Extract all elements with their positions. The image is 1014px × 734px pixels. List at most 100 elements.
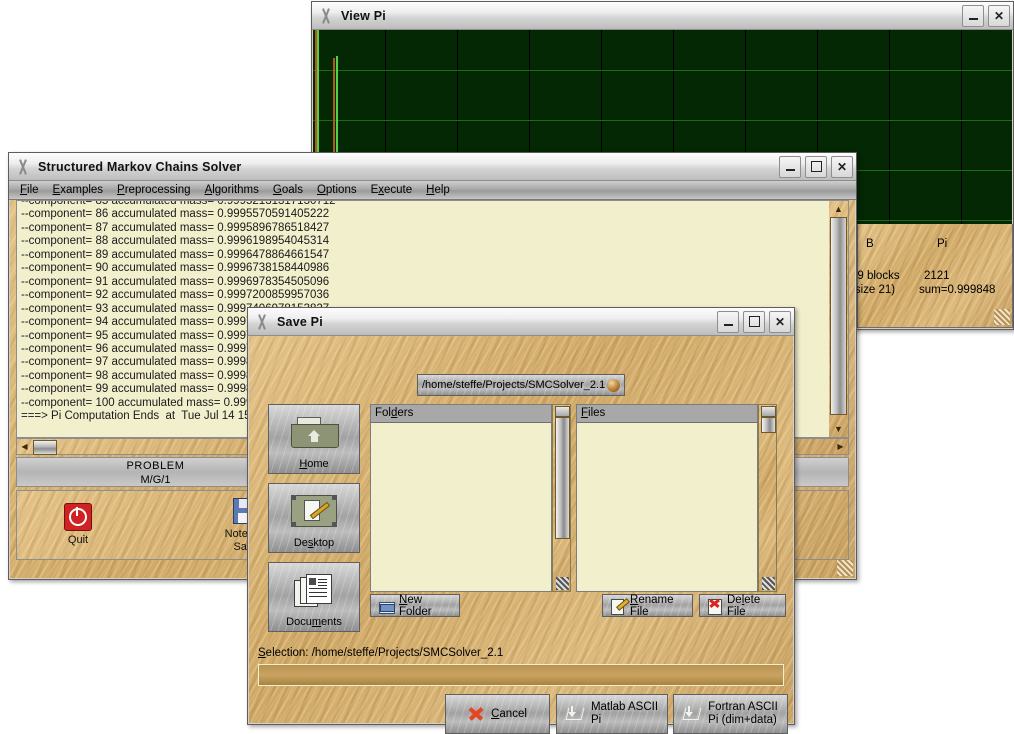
view-pi-window-controls: ✕ [962,5,1010,27]
menu-algorithms[interactable]: Algorithms [198,183,266,197]
console-line: --component= 90 accumulated mass= 0.9996… [21,262,848,275]
rename-file-icon [611,599,625,613]
minimize-icon[interactable] [717,311,739,333]
info-b-line2: (size 21) [851,284,895,296]
console-line: --component= 85 accumulated mass= 0.9995… [21,200,848,208]
files-scroll-up-arrow[interactable] [761,406,776,417]
scroll-right-arrow[interactable]: ▶ [833,439,848,454]
quit-button[interactable]: Quit [39,503,117,547]
selection-label: Selection: [258,647,309,659]
save-matlab-ascii-button[interactable]: Matlab ASCII Pi [556,694,668,734]
cancel-x-icon [468,706,484,722]
menu-execute[interactable]: Execute [364,183,420,197]
minimize-icon[interactable] [779,156,801,178]
matlab-label-1: Matlab ASCII [591,701,658,714]
folders-header: Folders [371,405,551,423]
smc-menubar: File Examples Preprocessing Algorithms G… [9,181,856,200]
info-pi-line1: 2121 [924,270,950,282]
scroll-down-arrow[interactable]: ▼ [829,421,848,437]
scroll-thumb[interactable] [830,217,847,415]
save-pi-titlebar[interactable]: Save Pi ✕ [248,308,794,336]
folders-scroll-grip[interactable] [556,577,569,590]
new-folder-label: New Folder [399,594,451,618]
place-desktop-button[interactable]: Desktop [268,483,360,553]
close-icon[interactable]: ✕ [769,311,791,333]
folders-scroll-up-arrow[interactable] [555,406,570,417]
minimize-icon[interactable] [962,5,984,27]
save-pi-title: Save Pi [277,315,717,329]
folders-listbox[interactable]: Folders [370,404,552,592]
menu-examples[interactable]: Examples [46,183,111,197]
path-value: /home/steffe/Projects/SMCSolver_2.1 [422,379,607,391]
console-line: --component= 89 accumulated mass= 0.9996… [21,249,848,262]
console-line: --component= 87 accumulated mass= 0.9995… [21,222,848,235]
power-icon [39,503,117,531]
delete-file-button[interactable]: Delete File [699,594,786,617]
save-fortran-ascii-button[interactable]: Fortran ASCII Pi (dim+data) [673,694,788,734]
scroll-left-arrow[interactable]: ◀ [17,439,32,454]
place-home-button[interactable]: Home [268,404,360,474]
console-line: --component= 86 accumulated mass= 0.9995… [21,208,848,221]
scroll-up-arrow[interactable]: ▲ [829,201,848,217]
save-pi-body: /home/steffe/Projects/SMCSolver_2.1 Home [249,336,793,723]
close-icon[interactable]: ✕ [831,156,853,178]
menu-preprocessing[interactable]: Preprocessing [110,183,198,197]
files-scroll-grip[interactable] [762,577,775,590]
info-b-line1: 19 blocks [851,270,900,282]
smc-title: Structured Markov Chains Solver [38,160,779,174]
maximize-icon[interactable] [805,156,827,178]
x-application-icon [317,7,335,25]
close-icon[interactable]: ✕ [988,5,1010,27]
fortran-label-1: Fortran ASCII [708,701,778,714]
menu-file[interactable]: File [13,183,46,197]
desktop-icon [291,484,337,537]
grid-line-h [313,70,1012,71]
console-vertical-scrollbar[interactable]: ▲ ▼ [829,201,848,437]
new-folder-button[interactable]: New Folder [370,594,460,617]
delete-file-icon [708,599,722,613]
documents-icon [294,563,334,616]
x-application-icon [14,158,32,176]
cancel-label: Cancel [491,708,527,721]
selection-row: Selection: /home/steffe/Projects/SMCSolv… [258,647,784,659]
save-pi-dialog[interactable]: Save Pi ✕ /home/steffe/Projects/SMCSolve… [247,307,795,725]
place-documents-button[interactable]: Documents [268,562,360,632]
folders-scroll-thumb[interactable] [555,417,570,539]
info-pi-line2: sum=0.999848 [919,284,995,296]
files-scrollbar[interactable] [758,404,777,592]
menu-help[interactable]: Help [419,183,457,197]
fortran-label-2: Pi (dim+data) [708,714,778,727]
menu-options[interactable]: Options [310,183,364,197]
view-pi-info-panel: B Pi 19 blocks (size 21) 2121 sum=0.9998… [857,224,1013,328]
delete-file-label: Delete File [727,594,777,618]
files-listbox[interactable]: Files [576,404,758,592]
globe-icon [607,379,620,392]
view-pi-titlebar[interactable]: View Pi ✕ [312,2,1013,30]
info-col-pi-header: Pi [937,238,947,250]
resize-grip[interactable] [994,309,1010,325]
resize-grip[interactable] [837,560,853,576]
matlab-label-2: Pi [591,714,658,727]
place-desktop-label: Desktop [294,537,334,549]
console-line: --component= 88 accumulated mass= 0.9996… [21,235,848,248]
maximize-icon[interactable] [743,311,765,333]
menu-goals[interactable]: Goals [266,183,310,197]
place-home-label: Home [299,458,328,470]
grid-line-h [313,120,1012,121]
rename-file-button[interactable]: Rename File [602,594,693,617]
save-arrow-icon [566,706,584,722]
filename-input[interactable] [258,664,784,686]
folders-scrollbar[interactable] [552,404,571,592]
path-dropdown-button[interactable]: /home/steffe/Projects/SMCSolver_2.1 [417,374,625,396]
place-documents-label: Documents [286,616,342,628]
files-scroll-thumb[interactable] [761,417,776,433]
save-arrow-icon [683,706,701,722]
info-col-b-header: B [866,238,874,250]
console-line: --component= 92 accumulated mass= 0.9997… [21,289,848,302]
cancel-button[interactable]: Cancel [445,694,550,734]
console-line: --component= 91 accumulated mass= 0.9996… [21,276,848,289]
hscroll-thumb[interactable] [33,440,57,455]
save-pi-window-controls: ✕ [717,311,791,333]
files-header: Files [577,405,757,423]
smc-titlebar[interactable]: Structured Markov Chains Solver ✕ [9,153,856,181]
